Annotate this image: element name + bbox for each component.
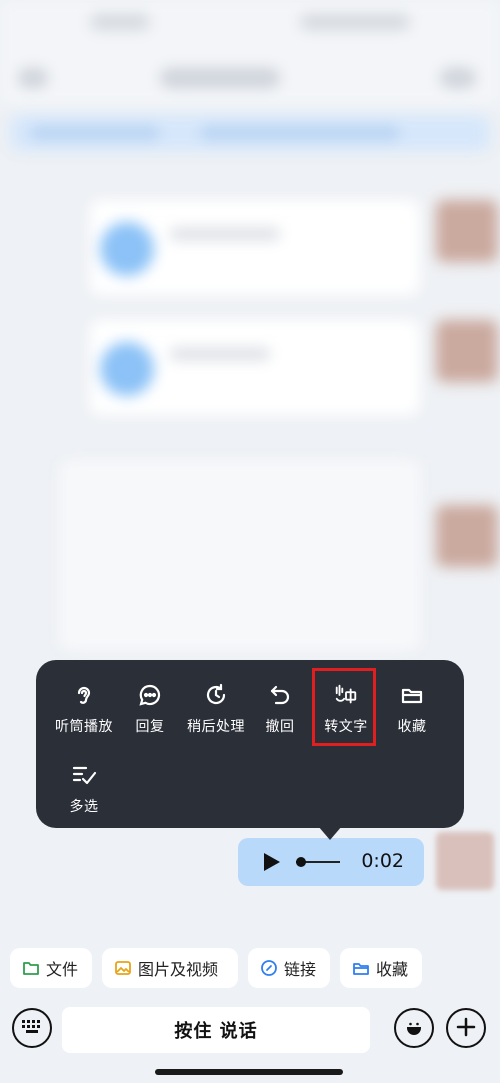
chip-label: 文件 — [46, 960, 79, 979]
chip-favorites[interactable]: 收藏 — [340, 948, 422, 988]
menu-item-speech-to-text[interactable]: 转文字 — [310, 674, 382, 744]
hold-to-talk-button[interactable]: 按住 说话 — [62, 1007, 370, 1053]
speech-to-text-icon — [333, 682, 359, 708]
favorite-box-icon — [352, 959, 370, 977]
chip-label: 收藏 — [376, 960, 409, 979]
menu-item-label: 转文字 — [324, 719, 368, 735]
menu-item-label: 回复 — [135, 719, 165, 735]
reply-bubble-icon — [137, 682, 163, 708]
blurred-avatar — [436, 200, 498, 262]
chip-files[interactable]: 文件 — [10, 948, 92, 988]
more-actions-button[interactable] — [446, 1008, 486, 1048]
menu-item-label: 稍后处理 — [187, 719, 245, 735]
chip-label: 图片及视频 — [138, 960, 219, 979]
link-icon — [260, 959, 278, 977]
menu-item-label: 多选 — [69, 799, 99, 815]
blurred-avatar — [436, 505, 498, 567]
blurred-text — [170, 348, 270, 360]
menu-pointer-arrow — [318, 826, 342, 840]
chip-links[interactable]: 链接 — [248, 948, 330, 988]
menu-item-reply[interactable]: 回复 — [114, 674, 186, 744]
image-icon — [114, 959, 132, 977]
menu-item-recall[interactable]: 撤回 — [244, 674, 316, 744]
voice-context-menu: 听筒播放 回复 稍后处理 撤回 转文字 收藏 多选 — [36, 660, 464, 828]
play-icon[interactable] — [260, 851, 282, 877]
blurred-avatar — [436, 320, 498, 382]
keyboard-toggle-button[interactable] — [12, 1008, 52, 1048]
chip-label: 链接 — [284, 960, 317, 979]
undo-icon — [267, 682, 293, 708]
blurred-file-icon — [100, 342, 154, 396]
folder-icon — [399, 682, 425, 708]
blurred-text — [170, 228, 280, 240]
clock-later-icon — [203, 682, 229, 708]
folder-icon — [22, 959, 40, 977]
voice-progress-knob[interactable] — [296, 857, 306, 867]
multi-select-icon — [71, 762, 97, 788]
menu-item-label: 听筒播放 — [55, 719, 113, 735]
menu-item-earpiece-play[interactable]: 听筒播放 — [48, 674, 120, 744]
menu-item-multi-select[interactable]: 多选 — [48, 754, 120, 824]
plus-icon — [455, 1016, 477, 1041]
menu-item-handle-later[interactable]: 稍后处理 — [180, 674, 252, 744]
menu-item-label: 收藏 — [397, 719, 427, 735]
notice-banner — [10, 115, 490, 151]
blurred-file-icon — [100, 222, 154, 276]
chat-header — [0, 50, 500, 105]
menu-item-favorite[interactable]: 收藏 — [376, 674, 448, 744]
self-avatar[interactable] — [436, 832, 494, 890]
chip-images-videos[interactable]: 图片及视频 — [102, 948, 238, 988]
voice-duration: 0:02 — [361, 850, 404, 872]
emoji-button[interactable] — [394, 1008, 434, 1048]
voice-message-bubble[interactable]: 0:02 — [238, 838, 424, 886]
home-indicator — [155, 1069, 343, 1075]
menu-item-label: 撤回 — [265, 719, 295, 735]
keyboard-icon — [21, 1019, 43, 1038]
status-bar — [0, 0, 500, 50]
emoji-icon — [402, 1015, 426, 1042]
ear-icon — [71, 682, 97, 708]
blurred-message — [60, 460, 420, 650]
